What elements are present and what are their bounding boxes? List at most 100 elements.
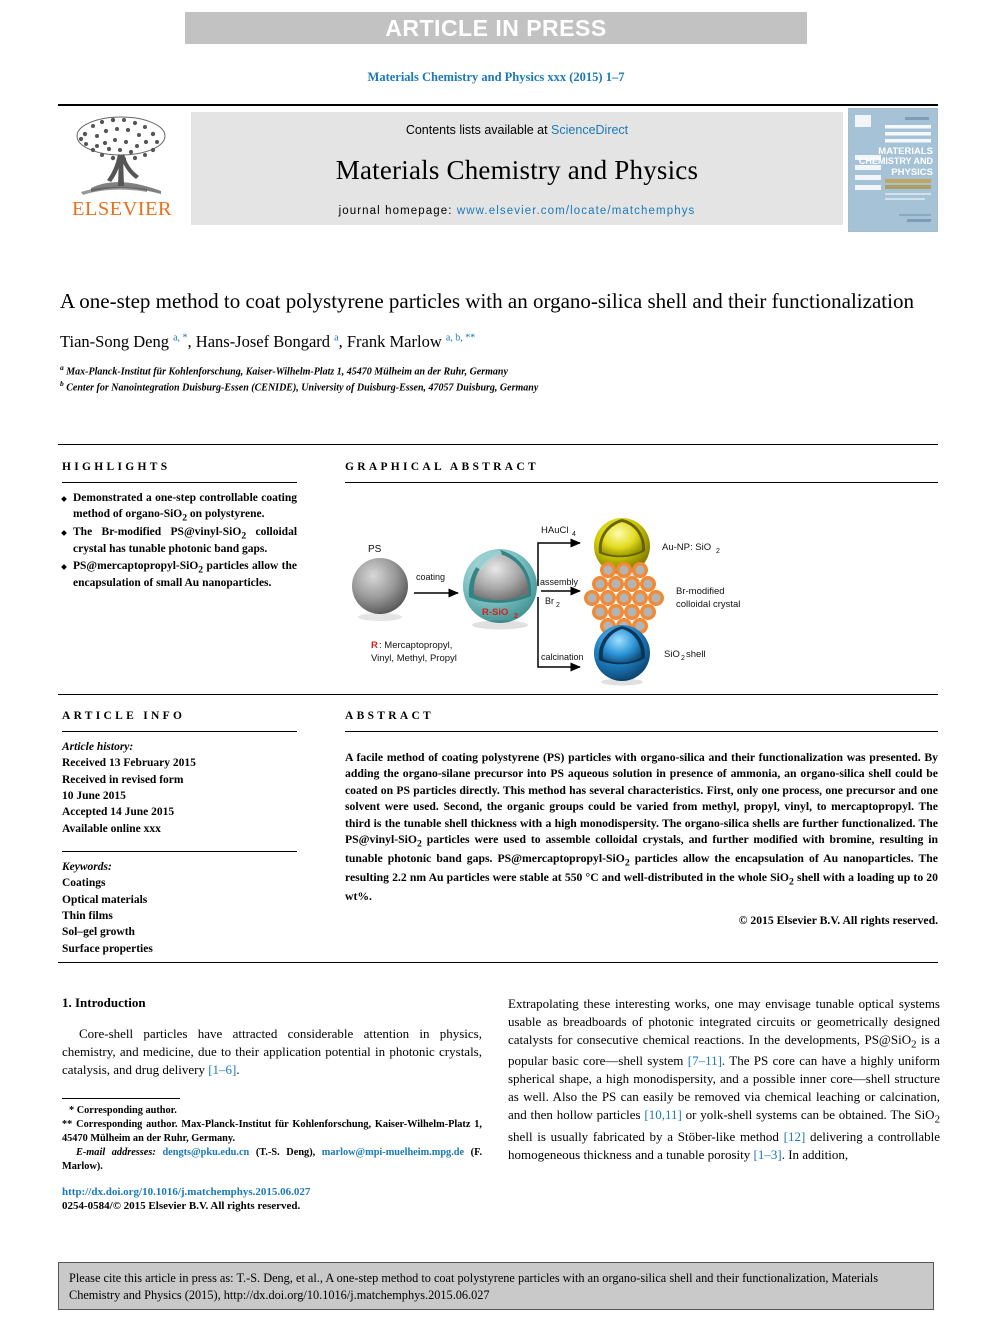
footnote-rule [62,1098,180,1099]
doi-link[interactable]: http://dx.doi.org/10.1016/j.matchemphys.… [62,1186,482,1198]
journal-header-band: Contents lists available at ScienceDirec… [191,112,843,225]
ga-label-coating: coating [416,572,445,582]
keyword-3: Sol–gel growth [62,926,135,939]
issn-copyright: 0254-0584/© 2015 Elsevier B.V. All right… [62,1200,301,1212]
highlights-list: Demonstrated a one-step controllable coa… [62,491,297,592]
article-info-rule-top [62,731,297,732]
divider-above-body [58,962,938,963]
svg-text:shell: shell [686,649,706,660]
footnotes-block: * Corresponding author. ** Corresponding… [62,1098,482,1174]
cite-this-article-footer: Please cite this article in press as: T.… [58,1262,934,1310]
ga-product-sio2-shell: SiO [664,649,680,660]
article-history-label: Article history: [62,741,134,753]
abstract-heading: ABSTRACT [345,710,435,722]
highlights-section: HIGHLIGHTS Demonstrated a one-step contr… [62,461,297,593]
reference-link[interactable]: [1–3] [754,1147,782,1162]
affiliation-a-text: Max-Planck-Institut für Kohlenforschung,… [66,366,508,378]
introduction-paragraph-left: Core-shell particles have attracted cons… [62,1026,482,1077]
graphical-abstract-section: GRAPHICAL ABSTRACT PS coating R-SiO 2 R … [345,461,938,691]
ga-core-shell-particle: R-SiO 2 [463,549,537,630]
page-title: A one-step method to coat polystyrene pa… [60,289,914,313]
citation-text: Please cite this article in press as: T.… [69,1271,878,1302]
abstract-rule [345,731,938,732]
article-in-press-label: ARTICLE IN PRESS [385,14,607,41]
ga-colloidal-crystal [584,562,664,634]
article-history-4: Available online xxx [62,822,161,835]
introduction-heading: 1. Introduction [62,995,146,1010]
keywords-label: Keywords: [62,860,112,873]
ga-label-assembly: assembly [540,577,579,587]
footnote-corresponding-1: * Corresponding author. [69,1105,177,1116]
body-column-left: 1. Introduction Core-shell particles hav… [62,995,482,1079]
ga-label-ps: PS [368,544,382,555]
keyword-2: Thin films [62,909,113,922]
affiliation-b: b Center for Nanointegration Duisburg-Es… [60,379,539,394]
graphical-abstract-rule [345,482,938,483]
keywords-block: Keywords: Coatings Optical materials Thi… [62,859,297,957]
contents-lists-line: Contents lists available at ScienceDirec… [191,112,843,137]
ga-label-br2: Br [545,596,554,606]
ga-legend-r: R [371,640,378,651]
journal-title: Materials Chemistry and Physics [335,155,699,185]
divider-above-article-info [58,694,938,695]
article-in-press-banner: ARTICLE IN PRESS [185,12,807,44]
ga-legend-line2: Vinyl, Methyl, Propyl [371,653,457,664]
graphical-abstract-figure: PS coating R-SiO 2 R : Mercaptopropyl, V… [345,501,938,691]
highlights-rule [62,482,297,483]
journal-homepage-link[interactable]: www.elsevier.com/locate/matchemphys [457,205,696,217]
journal-cover-art: MATERIALS CHEMISTRY AND PHYSICS [849,109,937,231]
keyword-0: Coatings [62,877,106,890]
highlight-text-1: The Br-modified PS@vinyl-SiO2 colloidal … [73,525,298,556]
journal-homepage-line: journal homepage: www.elsevier.com/locat… [191,205,843,217]
abstract-text: A facile method of coating polystyrene (… [345,751,938,903]
list-item: Demonstrated a one-step controllable coa… [62,491,297,524]
reference-link[interactable]: [7–11] [688,1053,722,1068]
abstract-copyright: © 2015 Elsevier B.V. All rights reserved… [738,914,938,928]
article-history-1: Received in revised form [62,773,184,786]
highlights-heading: HIGHLIGHTS [62,461,171,473]
divider-above-highlights [58,444,938,445]
footnote-corresponding-2: ** Corresponding author. Max-Planck-Inst… [62,1119,482,1144]
title-block: A one-step method to coat polystyrene pa… [60,288,940,396]
abstract-section: ABSTRACT A facile method of coating poly… [345,710,938,927]
ga-sio2-shell-particle [594,625,650,686]
ga-product-au-np: Au-NP: SiO [662,542,711,553]
keyword-4: Surface properties [62,942,153,955]
svg-text:2: 2 [514,613,518,620]
article-history-0: Received 13 February 2015 [62,757,196,770]
svg-text:4: 4 [572,531,576,538]
running-head: Materials Chemistry and Physics xxx (201… [367,70,625,84]
elsevier-tree-icon [76,116,166,195]
article-info-section: ARTICLE INFO Article history: Received 1… [62,710,297,957]
ga-product-colloidal-1: Br-modified [676,586,725,597]
ga-product-colloidal-2: colloidal crystal [676,599,740,610]
footnote-emails: E-mail addresses: dengts@pku.edu.cn (T.-… [62,1147,483,1172]
svg-text:2: 2 [716,548,720,555]
reference-link[interactable]: [12] [784,1129,806,1144]
doi-block: http://dx.doi.org/10.1016/j.matchemphys.… [62,1186,482,1212]
journal-cover-thumbnail: MATERIALS CHEMISTRY AND PHYSICS [848,108,938,232]
highlight-text-2: PS@mercaptopropyl-SiO2 particles allow t… [73,559,297,590]
affiliation-b-text: Center for Nanointegration Duisburg-Esse… [66,382,539,394]
ga-label-r-sio2: R-SiO [482,607,508,618]
article-info-heading: ARTICLE INFO [62,710,186,722]
ga-legend-line1: : Mercaptopropyl, [379,640,452,651]
svg-text:2: 2 [681,655,685,662]
article-info-rule-bottom [62,850,297,852]
article-history-block: Article history: Received 13 February 20… [62,739,297,837]
reference-link[interactable]: [1–6] [208,1062,236,1077]
reaction-scheme-diagram: PS coating R-SiO 2 R : Mercaptopropyl, V… [352,518,740,686]
author-list: Tian-Song Deng a, *, Hans-Josef Bongard … [60,331,476,351]
introduction-paragraph-right: Extrapolating these interesting works, o… [508,996,941,1162]
svg-text:PHYSICS: PHYSICS [891,167,933,178]
elsevier-wordmark: ELSEVIER [72,198,172,220]
sciencedirect-link[interactable]: ScienceDirect [551,123,628,137]
email-link-1[interactable]: dengts@pku.edu.cn [162,1147,249,1158]
article-history-2: 10 June 2015 [62,789,126,802]
svg-text:2: 2 [556,602,560,609]
body-column-right: Extrapolating these interesting works, o… [508,995,940,1164]
list-item: The Br-modified PS@vinyl-SiO2 colloidal … [62,525,297,558]
reference-link[interactable]: [10,11] [644,1107,681,1122]
email-link-2[interactable]: marlow@mpi-muelheim.mpg.de [322,1147,464,1158]
highlight-text-0: Demonstrated a one-step controllable coa… [73,492,297,523]
